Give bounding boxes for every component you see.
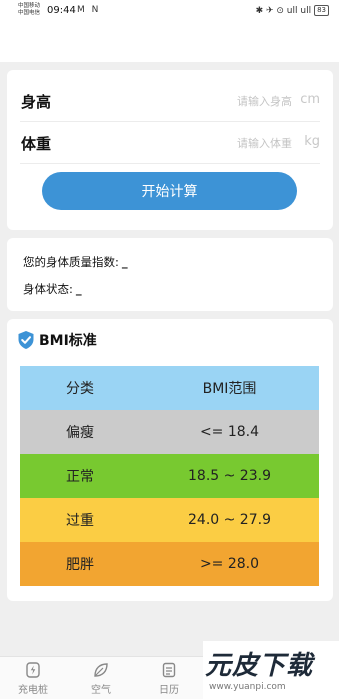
- row-range: 24.0 ~ 27.9: [188, 512, 271, 528]
- carrier-2: 中国电信: [18, 10, 41, 16]
- signal-icons: ✱ ✈ ⊙ ull ull: [255, 5, 312, 16]
- weight-label: 体重: [21, 135, 52, 153]
- tab-charging[interactable]: 充电桩: [8, 661, 58, 696]
- carrier-1: 中国移动: [18, 3, 41, 9]
- row-category: 肥胖: [66, 557, 94, 573]
- table-row-overweight: 过重 24.0 ~ 27.9: [20, 498, 319, 542]
- row-category: 偏瘦: [66, 425, 94, 441]
- watermark: 元皮下载 www.yuanpi.com: [203, 641, 339, 699]
- row-range: <= 18.4: [199, 424, 260, 440]
- height-unit: cm: [300, 92, 320, 107]
- tab-label: 日历: [159, 685, 179, 696]
- watermark-brand: 元皮下载: [205, 651, 314, 681]
- battery-icon: 83: [314, 5, 329, 16]
- tab-calendar[interactable]: 日历: [144, 661, 194, 696]
- height-input[interactable]: [172, 90, 292, 112]
- bmi-result-value: _: [121, 255, 128, 269]
- row-range: >= 28.0: [199, 556, 260, 572]
- body-status-label: 身体状态:: [23, 282, 73, 296]
- weight-unit: kg: [304, 134, 320, 149]
- watermark-url: www.yuanpi.com: [209, 682, 286, 692]
- standard-header: BMI标准: [17, 330, 97, 350]
- row-category: 过重: [66, 513, 94, 529]
- body-status: 身体状态: _: [23, 281, 82, 297]
- bmi-result-label: 您的身体质量指数:: [23, 255, 119, 269]
- carrier-info: 中国移动 中国电信: [18, 3, 40, 17]
- status-bar: 中国移动 中国电信 09:44 M N ✱ ✈ ⊙ ull ull 83: [0, 0, 339, 22]
- body-status-value: _: [75, 282, 82, 296]
- header-range: BMI范围: [202, 381, 257, 397]
- header-category: 分类: [66, 381, 94, 397]
- bmi-standard-card: BMI标准 分类 BMI范围 偏瘦 <= 18.4 正常 18.5 ~ 23.9…: [7, 319, 333, 601]
- leaf-icon: [92, 661, 110, 679]
- table-header: 分类 BMI范围: [20, 366, 319, 410]
- clock: 09:44: [47, 5, 76, 16]
- bmi-table: 分类 BMI范围 偏瘦 <= 18.4 正常 18.5 ~ 23.9 过重 24…: [20, 366, 319, 586]
- table-row-obese: 肥胖 >= 28.0: [20, 542, 319, 586]
- calendar-icon: [160, 661, 178, 679]
- charging-icon: [24, 661, 42, 679]
- height-label: 身高: [21, 93, 52, 111]
- system-icons: ✱ ✈ ⊙ ull ull 83: [256, 5, 329, 16]
- height-row: 身高 cm: [20, 80, 320, 122]
- table-row-underweight: 偏瘦 <= 18.4: [20, 410, 319, 454]
- top-bar: [0, 22, 339, 62]
- input-card: 身高 cm 体重 kg 开始计算: [7, 70, 333, 230]
- tab-label: 充电桩: [18, 685, 48, 696]
- row-range: 18.5 ~ 23.9: [188, 468, 271, 484]
- calculate-button[interactable]: 开始计算: [42, 172, 297, 210]
- tab-label: 空气: [91, 685, 111, 696]
- tab-air[interactable]: 空气: [76, 661, 126, 696]
- notification-icons: M N: [77, 5, 101, 15]
- table-row-normal: 正常 18.5 ~ 23.9: [20, 454, 319, 498]
- row-category: 正常: [66, 469, 94, 485]
- shield-check-icon: [17, 330, 35, 350]
- weight-row: 体重 kg: [20, 122, 320, 164]
- standard-title: BMI标准: [39, 333, 97, 349]
- weight-input[interactable]: [172, 132, 292, 154]
- result-card: 您的身体质量指数: _ 身体状态: _: [7, 238, 333, 311]
- bmi-result: 您的身体质量指数: _: [23, 254, 128, 270]
